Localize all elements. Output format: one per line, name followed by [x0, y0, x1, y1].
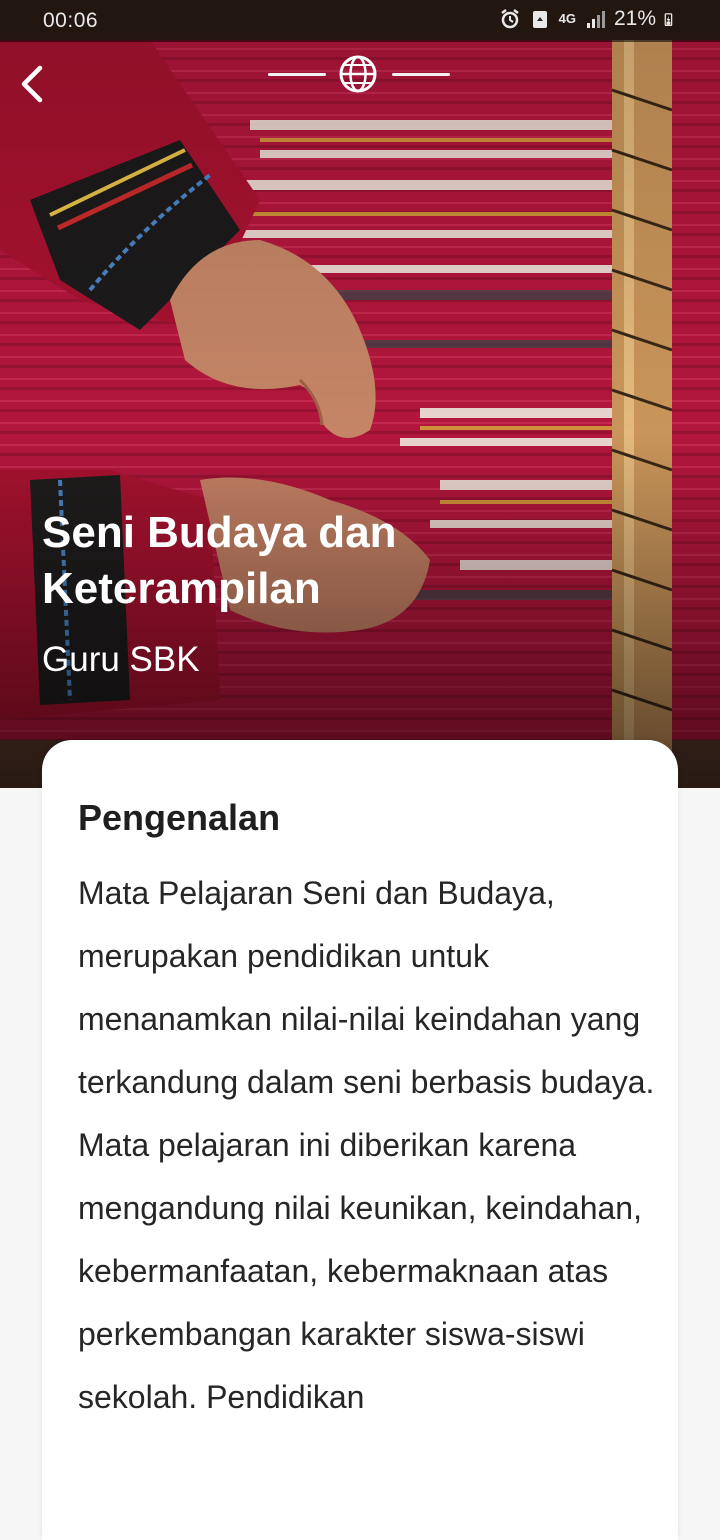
- battery-percent: 21%: [613, 7, 656, 30]
- language-switcher: [268, 52, 452, 96]
- hero-image: 00:06 4G 21% Seni Budaya dan Keterampila…: [0, 0, 720, 788]
- recycle-icon: [532, 11, 547, 28]
- signal-icon: [586, 11, 605, 28]
- divider-line: [268, 73, 326, 76]
- intro-card: Pengenalan Mata Pelajaran Seni dan Buday…: [42, 740, 678, 1540]
- status-time: 00:06: [43, 9, 99, 32]
- network-type: 4G: [558, 11, 576, 26]
- page-subtitle: Guru SBK: [42, 640, 200, 679]
- divider-line: [392, 73, 450, 76]
- status-icons: 4G 21%: [499, 7, 678, 31]
- status-bar: 00:06 4G 21%: [0, 0, 720, 42]
- section-body: Mata Pelajaran Seni dan Budaya, merupaka…: [78, 875, 655, 1415]
- back-button[interactable]: [14, 62, 54, 106]
- battery-charging-icon: [664, 13, 673, 26]
- page-title: Seni Budaya dan Keterampilan: [42, 508, 397, 613]
- section-heading: Pengenalan: [78, 797, 281, 838]
- chevron-left-icon: [21, 65, 43, 103]
- alarm-icon: [500, 9, 519, 29]
- globe-icon[interactable]: [338, 54, 378, 94]
